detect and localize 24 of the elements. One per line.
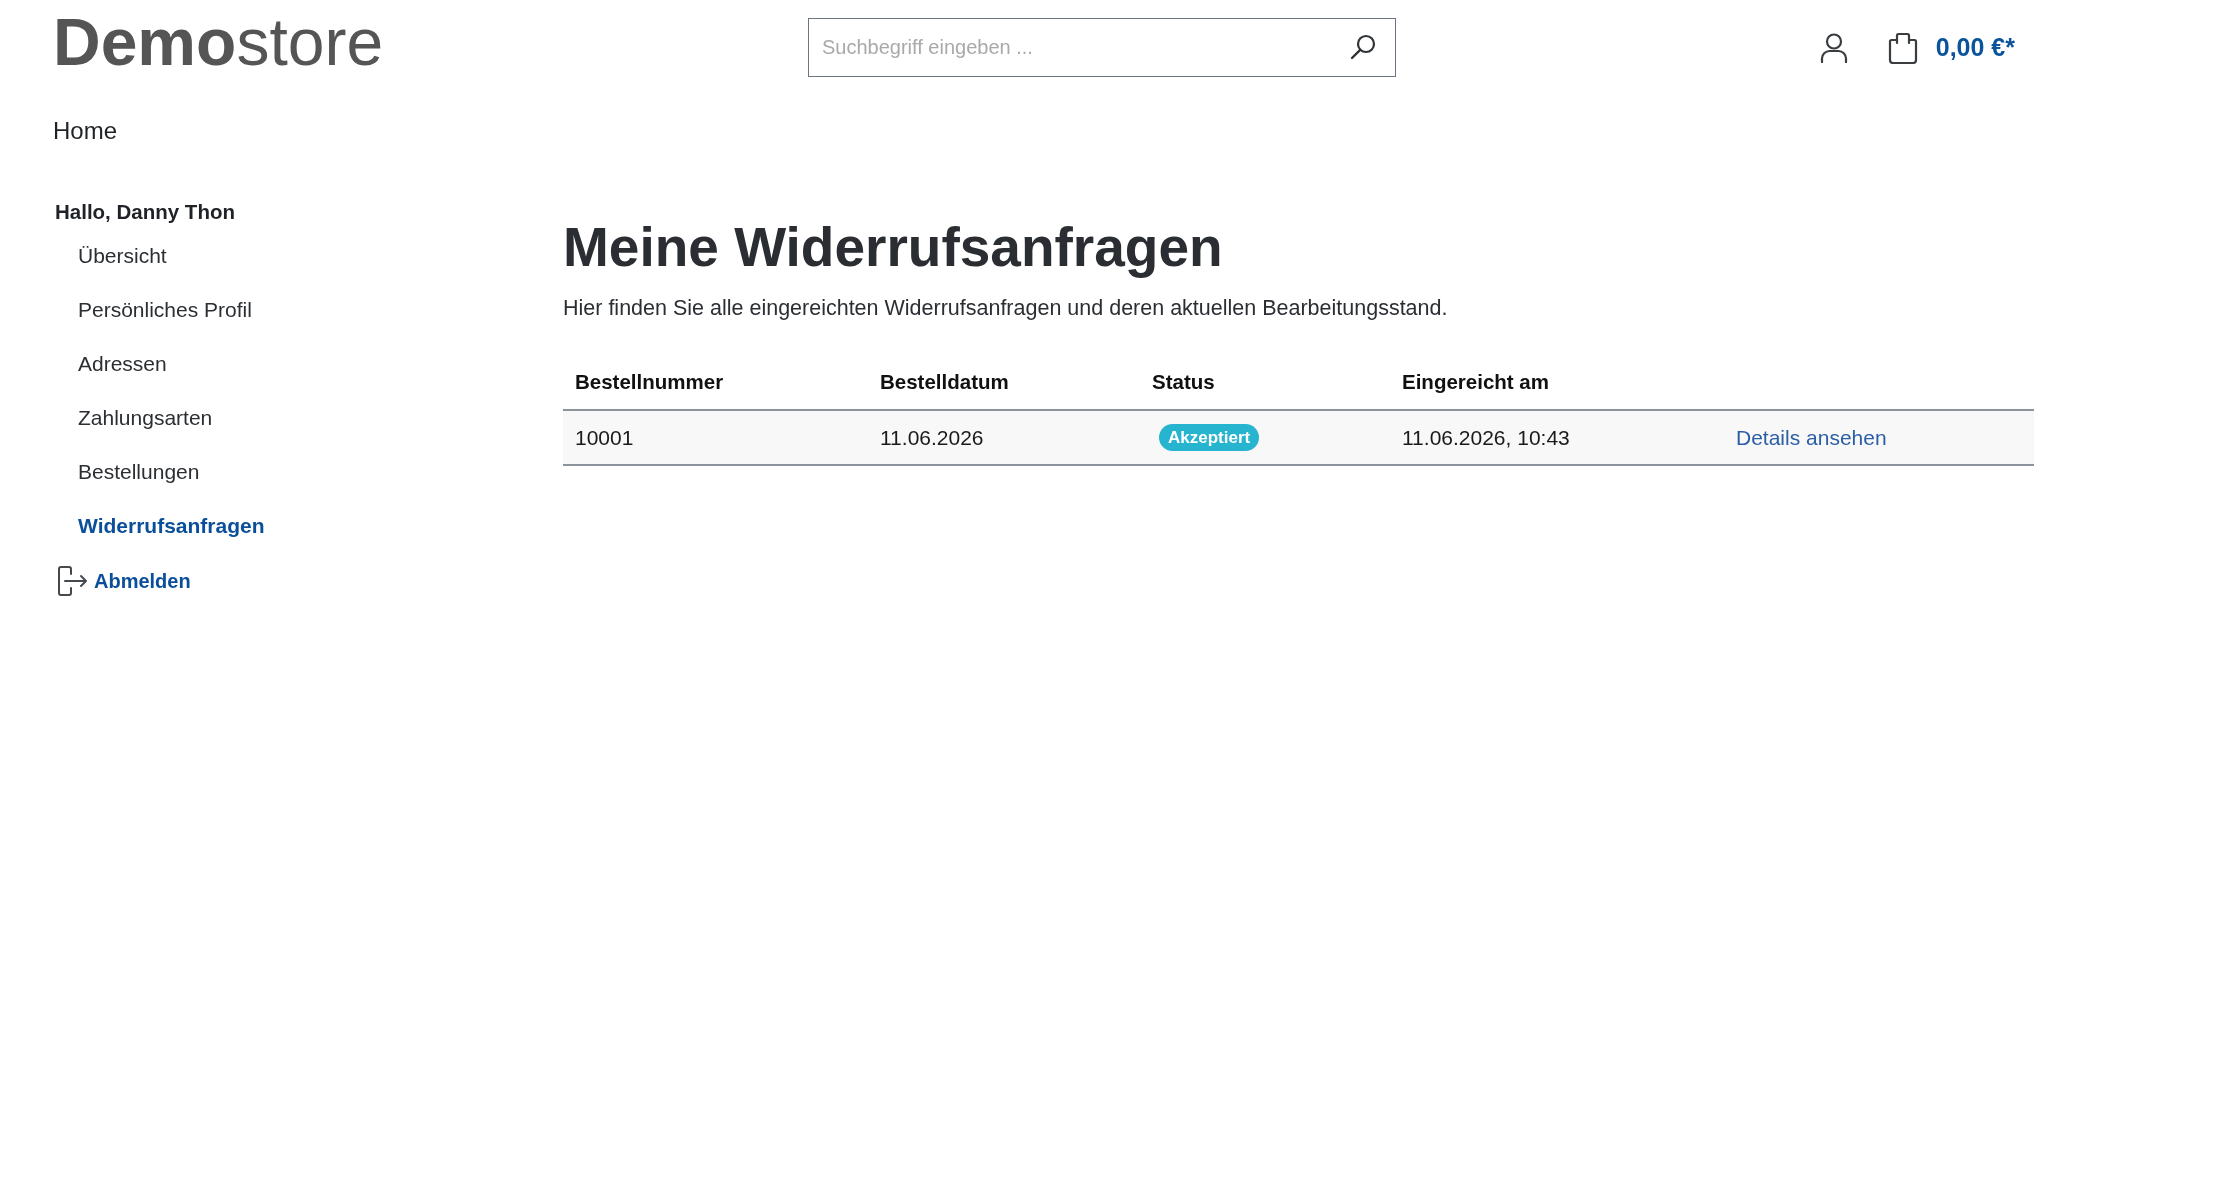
nav-link[interactable]: Home: [53, 117, 118, 145]
status-badge: Akzeptiert: [1159, 424, 1260, 451]
search-icon: [1350, 34, 1376, 60]
details-link[interactable]: Details ansehen: [1736, 425, 1887, 449]
logout-icon: [56, 565, 88, 597]
account-button[interactable]: [1819, 32, 1848, 63]
page-description: Hier finden Sie alle eingereichten Widerrufsanfragen und deren aktuellen Bearbeitungsstand.: [563, 295, 1449, 321]
sidebar-item[interactable]: Adressen: [78, 337, 167, 391]
logout-link[interactable]: Abmelden: [56, 565, 191, 597]
greeting-text: Hallo, Danny Thon: [54, 199, 235, 225]
search-button[interactable]: [1350, 34, 1376, 60]
sidebar-item[interactable]: Bestellungen: [78, 445, 200, 499]
sidebar-item[interactable]: Widerrufsanfragen: [78, 499, 265, 553]
table-cell: 11.06.2026, 10:43: [1390, 410, 1724, 465]
table-cell: 10001: [563, 410, 868, 465]
user-icon: [1819, 32, 1848, 63]
search-field[interactable]: Suchbegriff eingeben ...: [808, 18, 1396, 77]
cart-button[interactable]: 0,00 €*: [1885, 31, 2015, 64]
page-title: Meine Widerrufsanfragen: [563, 215, 1224, 279]
sidebar-item[interactable]: Persönliches Profil: [78, 283, 252, 337]
store-logo[interactable]: Demostore: [53, 9, 384, 75]
table-cell: 11.06.2026: [868, 410, 1140, 465]
sidebar-item[interactable]: Übersicht: [78, 229, 167, 283]
sidebar-item[interactable]: Zahlungsarten: [78, 391, 213, 445]
